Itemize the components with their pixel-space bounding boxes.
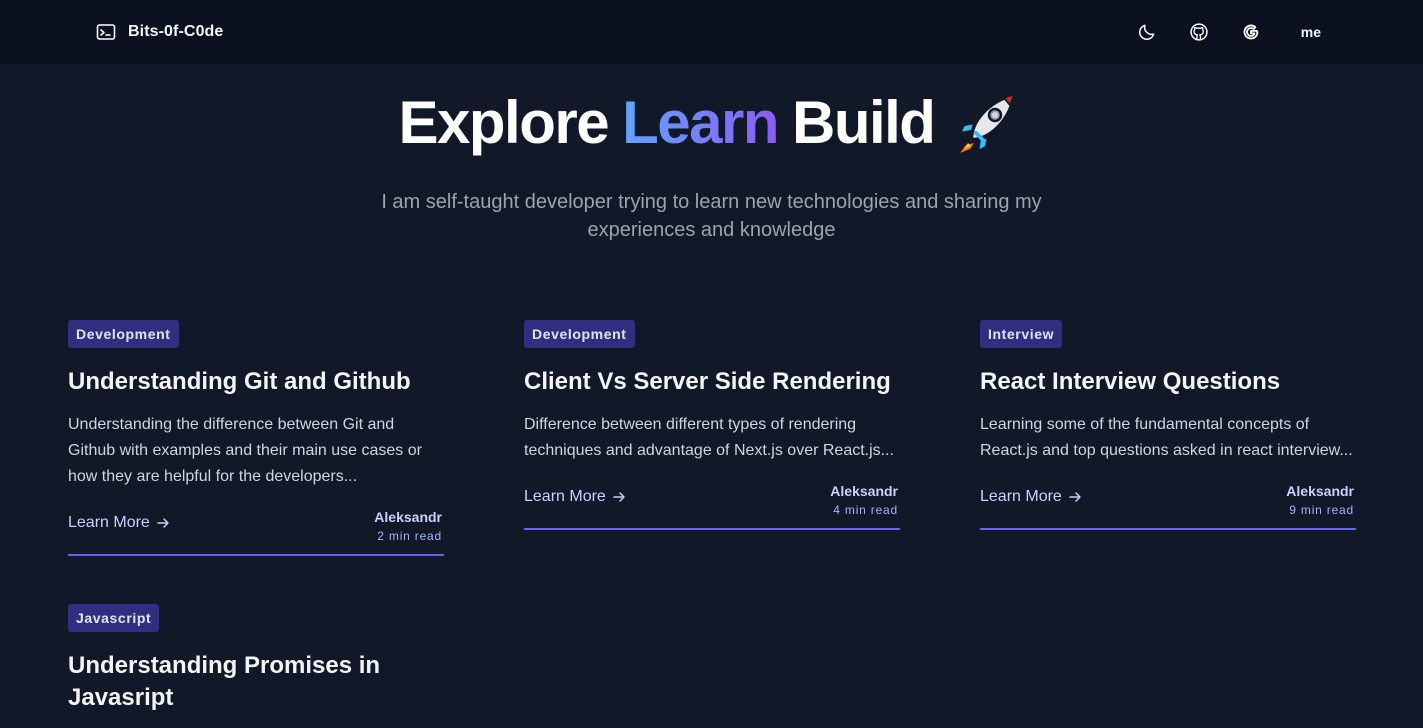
post-tag[interactable]: Development <box>68 320 179 348</box>
brand-link[interactable]: Bits-0f-C0de <box>96 22 223 42</box>
arrow-right-icon <box>612 490 626 504</box>
post-title[interactable]: Client Vs Server Side Rendering <box>524 366 900 398</box>
post-card: Interview React Interview Questions Lear… <box>980 320 1356 556</box>
post-title[interactable]: Understanding Promises in Javasript <box>68 650 444 714</box>
learn-more-link[interactable]: Learn More <box>524 488 626 506</box>
post-read-time: 2 min read <box>377 529 442 543</box>
post-description: Difference between different types of re… <box>524 416 894 459</box>
nav-actions: me <box>1137 22 1327 42</box>
hero-word-build: Build <box>791 89 936 156</box>
hero-subtitle: I am self-taught developer trying to lea… <box>381 191 1042 241</box>
post-grid: Development Understanding Git and Github… <box>68 320 1356 714</box>
post-meta: Aleksandr 2 min read <box>374 508 442 546</box>
google-icon <box>1243 24 1259 40</box>
rocket-icon <box>952 87 1024 159</box>
arrow-right-icon <box>1068 490 1082 504</box>
google-button[interactable] <box>1241 22 1261 42</box>
post-read-time: 9 min read <box>1289 503 1354 517</box>
hero-word-learn: Learn <box>622 84 779 162</box>
hero-word-explore: Explore <box>398 89 610 156</box>
post-tag[interactable]: Interview <box>980 320 1063 348</box>
post-meta: Aleksandr 9 min read <box>1286 482 1354 520</box>
post-card: Development Client Vs Server Side Render… <box>524 320 900 556</box>
learn-more-link[interactable]: Learn More <box>68 514 170 532</box>
brand-name: Bits-0f-C0de <box>128 23 224 40</box>
learn-more-label: Learn More <box>68 514 150 531</box>
learn-more-label: Learn More <box>524 488 606 505</box>
post-tag[interactable]: Javascript <box>68 604 160 632</box>
hero-title: Explore Learn Build <box>399 84 1025 162</box>
post-card: Development Understanding Git and Github… <box>68 320 444 556</box>
terminal-icon <box>96 22 116 42</box>
post-meta: Aleksandr 4 min read <box>830 482 898 520</box>
post-footer: Learn More Aleksandr 2 min read <box>68 508 444 556</box>
learn-more-link[interactable]: Learn More <box>980 488 1082 506</box>
post-description: Learning some of the fundamental concept… <box>980 416 1353 459</box>
post-footer: Learn More Aleksandr 4 min read <box>524 482 900 530</box>
post-footer: Learn More Aleksandr 9 min read <box>980 482 1356 530</box>
github-icon <box>1190 23 1208 41</box>
moon-icon <box>1138 24 1155 40</box>
navbar: Bits-0f-C0de me <box>0 0 1423 64</box>
hero-section: Explore Learn Build I am self-taught dev… <box>0 84 1423 244</box>
arrow-right-icon <box>156 516 170 530</box>
github-button[interactable] <box>1189 22 1209 42</box>
learn-more-label: Learn More <box>980 488 1062 505</box>
post-description: Understanding the difference between Git… <box>68 416 422 485</box>
post-title[interactable]: React Interview Questions <box>980 366 1356 398</box>
post-author: Aleksandr <box>374 509 442 525</box>
post-author: Aleksandr <box>1286 483 1354 499</box>
me-link[interactable]: me <box>1301 24 1321 40</box>
post-tag[interactable]: Development <box>524 320 635 348</box>
post-read-time: 4 min read <box>833 503 898 517</box>
post-card: Javascript Understanding Promises in Jav… <box>68 604 444 714</box>
post-author: Aleksandr <box>830 483 898 499</box>
post-title[interactable]: Understanding Git and Github <box>68 366 444 398</box>
theme-toggle-button[interactable] <box>1137 22 1157 42</box>
